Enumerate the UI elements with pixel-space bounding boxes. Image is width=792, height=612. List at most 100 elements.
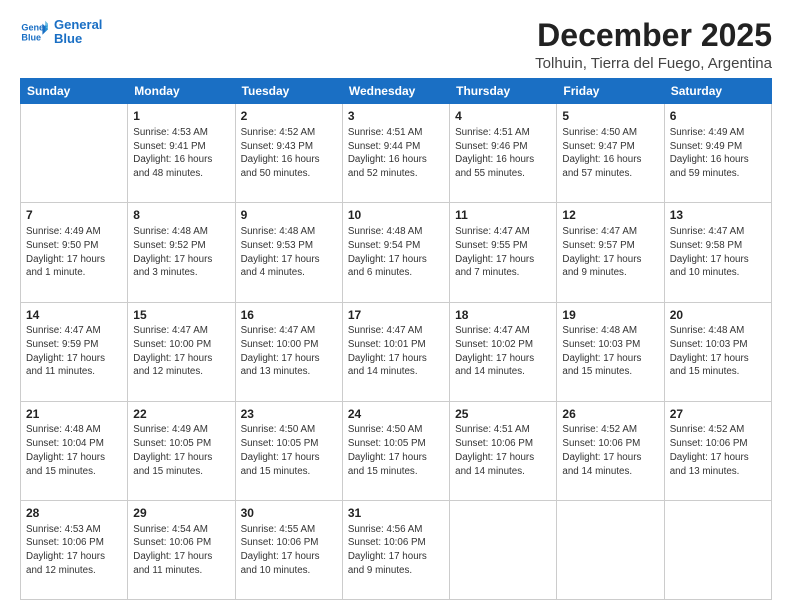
calendar-cell: 23Sunrise: 4:50 AM Sunset: 10:05 PM Dayl… (235, 401, 342, 500)
calendar-cell: 28Sunrise: 4:53 AM Sunset: 10:06 PM Dayl… (21, 500, 128, 599)
calendar-cell: 2Sunrise: 4:52 AM Sunset: 9:43 PM Daylig… (235, 104, 342, 203)
calendar-cell: 6Sunrise: 4:49 AM Sunset: 9:49 PM Daylig… (664, 104, 771, 203)
day-info: Sunrise: 4:53 AM Sunset: 9:41 PM Dayligh… (133, 126, 229, 181)
calendar-cell: 16Sunrise: 4:47 AM Sunset: 10:00 PM Dayl… (235, 302, 342, 401)
day-number: 31 (348, 505, 444, 522)
calendar-cell: 31Sunrise: 4:56 AM Sunset: 10:06 PM Dayl… (342, 500, 449, 599)
day-info: Sunrise: 4:52 AM Sunset: 10:06 PM Daylig… (670, 423, 766, 478)
calendar-week-row: 7Sunrise: 4:49 AM Sunset: 9:50 PM Daylig… (21, 203, 772, 302)
day-number: 30 (241, 505, 337, 522)
day-number: 15 (133, 307, 229, 324)
day-number: 11 (455, 207, 551, 224)
page-title: December 2025 (535, 18, 772, 53)
weekday-header-tuesday: Tuesday (235, 79, 342, 104)
weekday-header-monday: Monday (128, 79, 235, 104)
calendar-header-row: SundayMondayTuesdayWednesdayThursdayFrid… (21, 79, 772, 104)
day-info: Sunrise: 4:47 AM Sunset: 10:00 PM Daylig… (133, 324, 229, 379)
weekday-header-saturday: Saturday (664, 79, 771, 104)
day-number: 4 (455, 108, 551, 125)
logo-text-line2: Blue (54, 32, 102, 46)
title-section: December 2025 Tolhuin, Tierra del Fuego,… (535, 18, 772, 72)
weekday-header-thursday: Thursday (450, 79, 557, 104)
day-number: 10 (348, 207, 444, 224)
calendar-cell (664, 500, 771, 599)
day-info: Sunrise: 4:48 AM Sunset: 9:52 PM Dayligh… (133, 225, 229, 280)
calendar-cell: 29Sunrise: 4:54 AM Sunset: 10:06 PM Dayl… (128, 500, 235, 599)
logo: General Blue General Blue (20, 18, 102, 47)
day-info: Sunrise: 4:51 AM Sunset: 10:06 PM Daylig… (455, 423, 551, 478)
calendar-cell: 25Sunrise: 4:51 AM Sunset: 10:06 PM Dayl… (450, 401, 557, 500)
calendar-table: SundayMondayTuesdayWednesdayThursdayFrid… (20, 78, 772, 600)
calendar-cell: 24Sunrise: 4:50 AM Sunset: 10:05 PM Dayl… (342, 401, 449, 500)
calendar-week-row: 14Sunrise: 4:47 AM Sunset: 9:59 PM Dayli… (21, 302, 772, 401)
day-number: 25 (455, 406, 551, 423)
day-number: 3 (348, 108, 444, 125)
day-number: 14 (26, 307, 122, 324)
day-info: Sunrise: 4:48 AM Sunset: 9:54 PM Dayligh… (348, 225, 444, 280)
day-info: Sunrise: 4:53 AM Sunset: 10:06 PM Daylig… (26, 523, 122, 578)
day-number: 21 (26, 406, 122, 423)
day-info: Sunrise: 4:55 AM Sunset: 10:06 PM Daylig… (241, 523, 337, 578)
day-number: 17 (348, 307, 444, 324)
calendar-cell: 11Sunrise: 4:47 AM Sunset: 9:55 PM Dayli… (450, 203, 557, 302)
calendar-cell (21, 104, 128, 203)
logo-text-line1: General (54, 18, 102, 32)
day-number: 7 (26, 207, 122, 224)
calendar-cell: 8Sunrise: 4:48 AM Sunset: 9:52 PM Daylig… (128, 203, 235, 302)
calendar-week-row: 1Sunrise: 4:53 AM Sunset: 9:41 PM Daylig… (21, 104, 772, 203)
day-number: 22 (133, 406, 229, 423)
day-info: Sunrise: 4:48 AM Sunset: 10:03 PM Daylig… (670, 324, 766, 379)
day-number: 20 (670, 307, 766, 324)
calendar-cell: 19Sunrise: 4:48 AM Sunset: 10:03 PM Dayl… (557, 302, 664, 401)
day-number: 23 (241, 406, 337, 423)
day-info: Sunrise: 4:49 AM Sunset: 9:50 PM Dayligh… (26, 225, 122, 280)
day-info: Sunrise: 4:50 AM Sunset: 10:05 PM Daylig… (348, 423, 444, 478)
day-info: Sunrise: 4:52 AM Sunset: 10:06 PM Daylig… (562, 423, 658, 478)
day-info: Sunrise: 4:47 AM Sunset: 9:57 PM Dayligh… (562, 225, 658, 280)
day-info: Sunrise: 4:47 AM Sunset: 10:01 PM Daylig… (348, 324, 444, 379)
day-info: Sunrise: 4:47 AM Sunset: 9:58 PM Dayligh… (670, 225, 766, 280)
header: General Blue General Blue December 2025 … (20, 18, 772, 72)
day-info: Sunrise: 4:48 AM Sunset: 10:04 PM Daylig… (26, 423, 122, 478)
calendar-cell: 15Sunrise: 4:47 AM Sunset: 10:00 PM Dayl… (128, 302, 235, 401)
calendar-cell: 22Sunrise: 4:49 AM Sunset: 10:05 PM Dayl… (128, 401, 235, 500)
day-info: Sunrise: 4:48 AM Sunset: 9:53 PM Dayligh… (241, 225, 337, 280)
calendar-cell: 10Sunrise: 4:48 AM Sunset: 9:54 PM Dayli… (342, 203, 449, 302)
calendar-cell: 13Sunrise: 4:47 AM Sunset: 9:58 PM Dayli… (664, 203, 771, 302)
day-number: 19 (562, 307, 658, 324)
day-info: Sunrise: 4:47 AM Sunset: 9:55 PM Dayligh… (455, 225, 551, 280)
day-number: 27 (670, 406, 766, 423)
day-number: 1 (133, 108, 229, 125)
day-info: Sunrise: 4:50 AM Sunset: 10:05 PM Daylig… (241, 423, 337, 478)
calendar-cell: 26Sunrise: 4:52 AM Sunset: 10:06 PM Dayl… (557, 401, 664, 500)
day-info: Sunrise: 4:49 AM Sunset: 9:49 PM Dayligh… (670, 126, 766, 181)
day-number: 6 (670, 108, 766, 125)
page-subtitle: Tolhuin, Tierra del Fuego, Argentina (535, 55, 772, 72)
calendar-cell: 12Sunrise: 4:47 AM Sunset: 9:57 PM Dayli… (557, 203, 664, 302)
calendar-cell: 30Sunrise: 4:55 AM Sunset: 10:06 PM Dayl… (235, 500, 342, 599)
calendar-week-row: 21Sunrise: 4:48 AM Sunset: 10:04 PM Dayl… (21, 401, 772, 500)
day-number: 8 (133, 207, 229, 224)
day-info: Sunrise: 4:52 AM Sunset: 9:43 PM Dayligh… (241, 126, 337, 181)
calendar-cell (450, 500, 557, 599)
calendar-cell (557, 500, 664, 599)
day-info: Sunrise: 4:47 AM Sunset: 10:00 PM Daylig… (241, 324, 337, 379)
calendar-cell: 21Sunrise: 4:48 AM Sunset: 10:04 PM Dayl… (21, 401, 128, 500)
day-info: Sunrise: 4:56 AM Sunset: 10:06 PM Daylig… (348, 523, 444, 578)
day-info: Sunrise: 4:51 AM Sunset: 9:46 PM Dayligh… (455, 126, 551, 181)
day-number: 9 (241, 207, 337, 224)
calendar-cell: 9Sunrise: 4:48 AM Sunset: 9:53 PM Daylig… (235, 203, 342, 302)
day-info: Sunrise: 4:47 AM Sunset: 10:02 PM Daylig… (455, 324, 551, 379)
day-number: 24 (348, 406, 444, 423)
calendar-cell: 1Sunrise: 4:53 AM Sunset: 9:41 PM Daylig… (128, 104, 235, 203)
calendar-cell: 18Sunrise: 4:47 AM Sunset: 10:02 PM Dayl… (450, 302, 557, 401)
day-number: 18 (455, 307, 551, 324)
day-info: Sunrise: 4:51 AM Sunset: 9:44 PM Dayligh… (348, 126, 444, 181)
svg-text:Blue: Blue (21, 33, 41, 43)
logo-icon: General Blue (20, 18, 48, 46)
calendar-cell: 5Sunrise: 4:50 AM Sunset: 9:47 PM Daylig… (557, 104, 664, 203)
day-number: 5 (562, 108, 658, 125)
day-info: Sunrise: 4:49 AM Sunset: 10:05 PM Daylig… (133, 423, 229, 478)
calendar-cell: 27Sunrise: 4:52 AM Sunset: 10:06 PM Dayl… (664, 401, 771, 500)
calendar-cell: 3Sunrise: 4:51 AM Sunset: 9:44 PM Daylig… (342, 104, 449, 203)
